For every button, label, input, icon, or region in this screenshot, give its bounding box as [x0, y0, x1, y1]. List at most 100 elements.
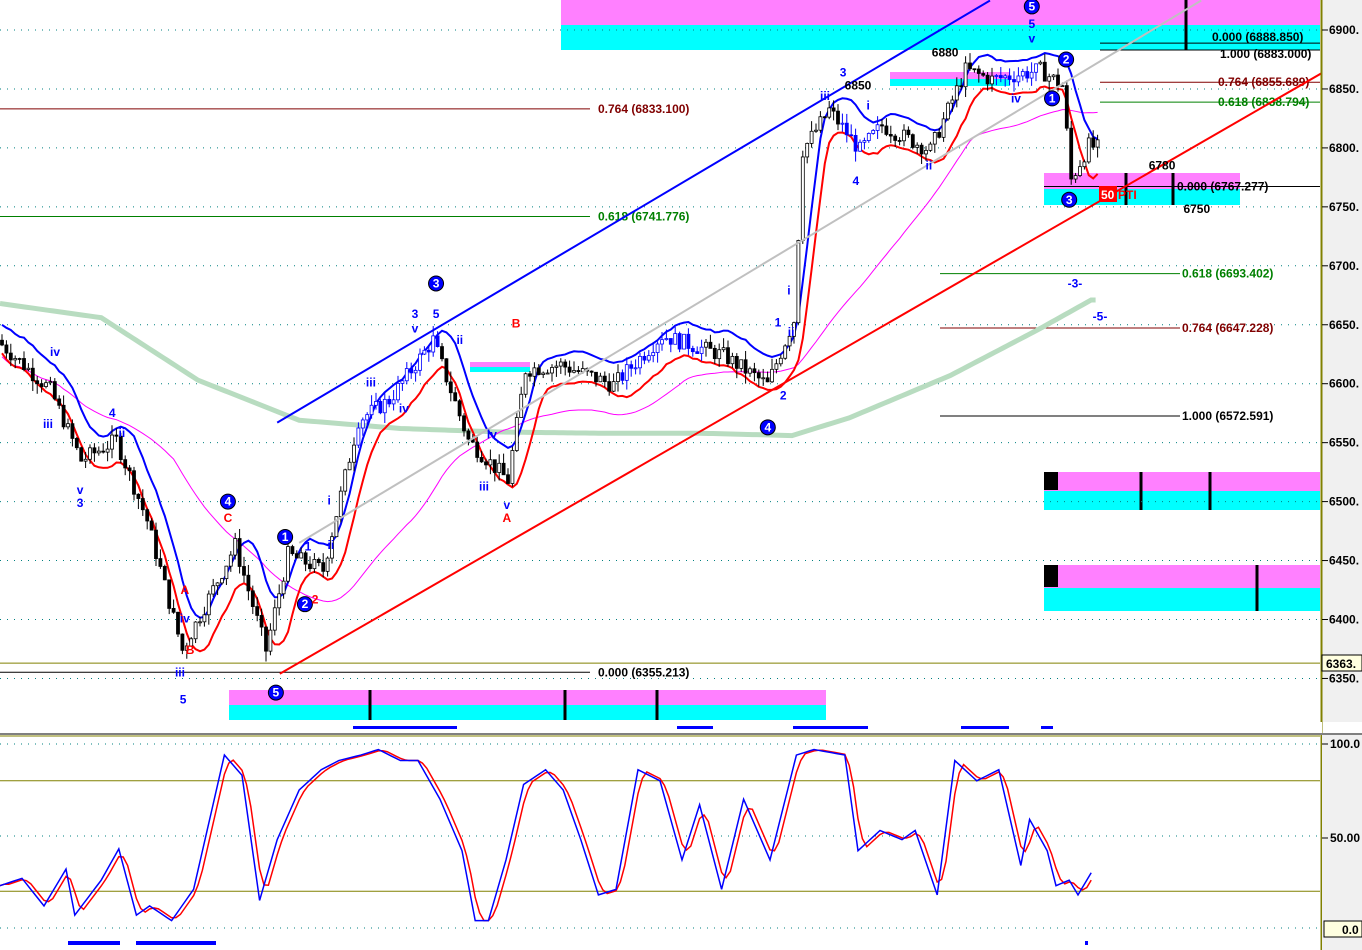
candle — [770, 368, 774, 383]
candle — [954, 85, 959, 101]
wave-label-circled: 2 — [302, 597, 309, 611]
candle — [237, 538, 242, 567]
candle — [484, 461, 488, 466]
candle — [22, 358, 26, 370]
wave-label: B — [512, 317, 521, 331]
price-tick-label: 6500. — [1329, 495, 1359, 509]
wave-label-circled: 2 — [1063, 52, 1070, 66]
wave-label: ii — [119, 426, 126, 440]
candle — [893, 135, 898, 141]
candle — [638, 355, 642, 369]
wave-label: -5- — [1093, 309, 1108, 323]
signal-mark — [1085, 941, 1088, 945]
candle — [756, 372, 761, 379]
candle — [686, 333, 691, 349]
candle — [1029, 71, 1034, 79]
zone-block — [1044, 565, 1058, 587]
candle — [466, 430, 471, 440]
candle — [827, 107, 832, 118]
candle — [206, 593, 211, 616]
candle — [255, 606, 260, 616]
candle — [510, 450, 515, 484]
candle — [426, 349, 431, 353]
panel-gap — [0, 722, 1322, 734]
candle — [589, 370, 594, 373]
candle — [272, 607, 277, 631]
fib-label-0.764: 0.764 (6647.228) — [1182, 321, 1273, 335]
candle — [1020, 71, 1025, 77]
candle — [215, 582, 220, 587]
candle — [523, 373, 528, 395]
candle — [57, 398, 62, 406]
candle — [990, 75, 994, 85]
fib-label-1.000: 1.000 (6883.000) — [1220, 47, 1311, 61]
candle — [325, 557, 330, 572]
wave-label: iv — [399, 401, 409, 415]
candle — [444, 358, 449, 383]
candle — [981, 73, 986, 76]
candle — [321, 562, 326, 572]
zone-bottom-6 — [470, 367, 530, 372]
candle — [378, 401, 383, 414]
wave-label: 2 — [312, 592, 319, 606]
wave-label: 1 — [305, 539, 312, 553]
candle — [1012, 79, 1016, 83]
candle — [39, 383, 44, 387]
candle — [435, 335, 440, 347]
candle — [17, 358, 22, 360]
candle — [655, 343, 660, 353]
wave-label: ii — [456, 333, 463, 347]
candle — [642, 355, 647, 361]
candle — [550, 367, 554, 374]
price-tick-label: 6750. — [1329, 200, 1359, 214]
candle — [448, 381, 453, 394]
candle — [968, 62, 972, 70]
candle — [919, 144, 924, 155]
candle — [924, 149, 928, 155]
candle — [96, 450, 101, 454]
signal-mark — [353, 726, 457, 729]
zone-top-3 — [1044, 565, 1320, 588]
candle — [1095, 139, 1100, 148]
candle — [123, 459, 128, 469]
candle — [853, 135, 858, 152]
candle — [545, 372, 550, 375]
candle — [976, 68, 981, 74]
candle — [844, 122, 849, 136]
candle — [171, 608, 176, 613]
wave-label: 6850 — [845, 78, 872, 92]
wave-label-circled: 3 — [1066, 193, 1073, 207]
candle — [162, 566, 167, 581]
zone-bottom-3 — [1044, 588, 1320, 611]
wave-label: i — [787, 284, 790, 298]
wave-label: iii — [820, 89, 830, 103]
candle — [1086, 137, 1091, 163]
elliott-wave-chart[interactable]: 0.764 (6833.100) 0.618 (6741.776) 0.000 (6… — [0, 0, 1362, 950]
candle — [664, 338, 669, 341]
candle — [875, 124, 880, 131]
wave-label: 6780 — [1149, 159, 1176, 173]
candle — [800, 156, 805, 241]
candle — [1073, 175, 1078, 180]
candle — [453, 392, 458, 402]
candle — [136, 493, 141, 499]
wave-label: A — [503, 511, 512, 525]
candle — [48, 381, 53, 384]
candle — [743, 359, 748, 374]
candle — [457, 400, 462, 417]
candle — [290, 546, 295, 555]
price-tick-label: 6600. — [1329, 377, 1359, 391]
zone-bottom-1 — [229, 705, 826, 720]
candle — [717, 349, 722, 360]
candle — [937, 132, 942, 138]
candle — [677, 333, 682, 350]
candle — [356, 427, 361, 446]
stoch-tick-100: 100.0 — [1330, 737, 1360, 751]
pti-value: 50 — [1101, 188, 1115, 202]
price-tick-label: 6450. — [1329, 554, 1359, 568]
candle — [488, 459, 493, 466]
wave-label: ii — [788, 325, 795, 339]
candle — [374, 401, 378, 406]
wave-label: B — [186, 643, 195, 657]
last-price-label: 6363. — [1326, 657, 1356, 671]
